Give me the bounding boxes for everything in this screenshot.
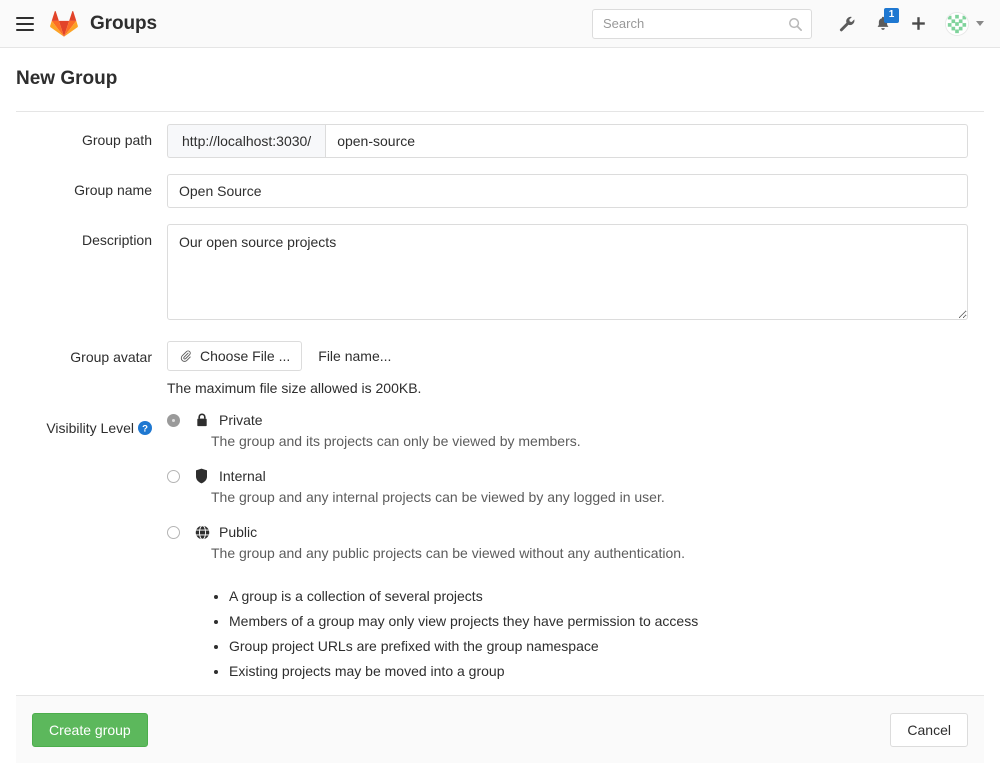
group-path-row: Group path http://localhost:3030/ — [16, 124, 984, 158]
svg-text:?: ? — [142, 424, 148, 435]
group-path-prefix: http://localhost:3030/ — [167, 124, 326, 158]
chevron-down-icon[interactable] — [976, 21, 984, 26]
group-path-label: Group path — [81, 132, 152, 148]
user-menu[interactable] — [945, 11, 984, 36]
visibility-name-public: Public — [219, 524, 258, 540]
new-group-form: Group path http://localhost:3030/ Group … — [16, 112, 984, 687]
group-path-input[interactable] — [325, 124, 968, 158]
create-group-button[interactable]: Create group — [32, 712, 148, 747]
search-icon — [789, 17, 802, 31]
visibility-name-internal: Internal — [219, 468, 266, 484]
visibility-label-text: Visibility Level — [46, 420, 134, 436]
page-container: New Group Group path http://localhost:30… — [0, 68, 1000, 687]
visibility-desc-internal: The group and any internal projects can … — [211, 489, 665, 505]
cancel-button[interactable]: Cancel — [890, 712, 968, 747]
lock-icon — [195, 413, 211, 428]
wrench-icon[interactable] — [838, 15, 856, 33]
question-circle-icon[interactable]: ? — [138, 421, 152, 435]
group-path-input-group: http://localhost:3030/ — [167, 124, 968, 158]
shield-icon — [195, 468, 211, 484]
group-avatar-row: Group avatar Choose File ... File name..… — [16, 341, 984, 396]
hamburger-icon[interactable] — [16, 16, 34, 31]
visibility-desc-public: The group and any public projects can be… — [211, 545, 685, 561]
notifications-bell-icon[interactable]: 1 — [874, 7, 899, 33]
navbar-right-actions: 1 — [592, 7, 984, 39]
group-avatar-label: Group avatar — [70, 349, 152, 365]
list-item: Existing projects may be moved into a gr… — [229, 662, 968, 681]
visibility-radio-internal[interactable] — [167, 469, 180, 483]
list-item: Members of a group may only view project… — [229, 612, 968, 631]
description-label: Description — [81, 232, 152, 248]
choose-file-label: Choose File ... — [200, 348, 291, 364]
group-info-bullets: A group is a collection of several proje… — [211, 587, 968, 681]
page-title: New Group — [16, 68, 118, 89]
visibility-name-private: Private — [219, 412, 263, 428]
description-row: Description — [16, 224, 984, 325]
group-name-input[interactable] — [167, 174, 968, 208]
visibility-option-public[interactable]: Public The group and any public projects… — [167, 524, 968, 561]
user-avatar-icon[interactable] — [945, 11, 969, 36]
page-brand-title: Groups — [90, 12, 157, 34]
visibility-option-internal[interactable]: Internal The group and any internal proj… — [167, 468, 968, 505]
group-name-label: Group name — [74, 182, 152, 198]
search-box[interactable] — [592, 8, 812, 39]
globe-icon — [195, 524, 211, 540]
plus-icon[interactable] — [910, 15, 927, 32]
file-name-text: File name... — [318, 348, 392, 364]
file-picker-row: Choose File ... File name... — [167, 341, 968, 371]
list-item: Group project URLs are prefixed with the… — [229, 637, 968, 656]
visibility-radio-public[interactable] — [167, 525, 180, 539]
list-item: A group is a collection of several proje… — [229, 587, 968, 606]
choose-file-button[interactable]: Choose File ... — [167, 341, 303, 371]
description-textarea[interactable] — [167, 224, 968, 320]
visibility-row: Visibility Level? Private The group and … — [16, 412, 984, 687]
gitlab-logo-icon[interactable] — [50, 10, 78, 37]
group-name-row: Group name — [16, 174, 984, 208]
notification-count-badge: 1 — [884, 7, 899, 23]
visibility-label: Visibility Level? — [16, 412, 167, 687]
avatar-size-hint: The maximum file size allowed is 200KB. — [167, 380, 422, 396]
form-actions-footer: Create group Cancel — [16, 695, 984, 763]
visibility-radio-private[interactable] — [167, 413, 180, 427]
paperclip-icon — [180, 350, 191, 362]
search-input[interactable] — [593, 9, 811, 38]
visibility-option-private[interactable]: Private The group and its projects can o… — [167, 412, 968, 449]
top-navbar: Groups 1 — [0, 0, 1000, 48]
visibility-desc-private: The group and its projects can only be v… — [211, 433, 581, 449]
